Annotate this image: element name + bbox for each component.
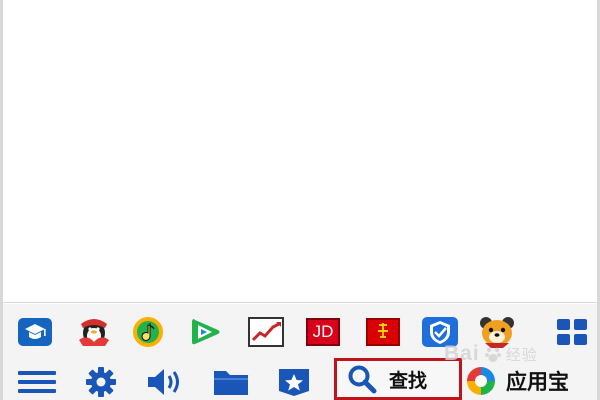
- tencent-classroom-app[interactable]: [15, 316, 55, 348]
- all-apps-button[interactable]: [552, 316, 592, 348]
- jd-icon-text: JD: [312, 322, 334, 341]
- security-shield-icon: [422, 317, 458, 347]
- jd-icon: JD: [306, 318, 340, 346]
- security-app[interactable]: [420, 316, 460, 348]
- appstore-icon: [467, 367, 495, 395]
- appstore-button[interactable]: 应用宝: [464, 364, 594, 398]
- tencent-video-app[interactable]: [185, 316, 225, 348]
- grid-apps-icon: [557, 319, 587, 345]
- panel-divider: [3, 302, 597, 303]
- red-book-icon: [366, 318, 400, 346]
- search-button[interactable]: 查找: [334, 358, 462, 400]
- menu-button[interactable]: [14, 364, 60, 400]
- red-book-app[interactable]: [363, 316, 403, 348]
- mascot-app[interactable]: [477, 316, 517, 348]
- tencent-classroom-icon: [18, 318, 52, 346]
- menu-icon: [18, 371, 56, 393]
- content-area: [3, 0, 597, 300]
- search-icon: [348, 365, 377, 394]
- qq-penguin-icon: [79, 319, 109, 346]
- favorites-button[interactable]: [274, 364, 314, 400]
- mascot-bear-icon: [480, 317, 514, 348]
- qq-music-icon: [133, 317, 163, 347]
- volume-button[interactable]: [144, 364, 188, 400]
- volume-icon: [148, 369, 179, 395]
- star-icon: [279, 369, 309, 396]
- tencent-video-icon: [192, 319, 220, 345]
- appstore-label: 应用宝: [506, 370, 569, 394]
- qq-music-app[interactable]: [128, 316, 168, 348]
- search-label: 查找: [389, 369, 428, 392]
- gear-icon: [86, 367, 116, 397]
- settings-button[interactable]: [80, 364, 122, 400]
- stock-chart-icon: [248, 317, 284, 347]
- jd-app[interactable]: JD: [303, 316, 343, 348]
- folder-icon: [214, 371, 248, 395]
- folder-button[interactable]: [210, 364, 252, 400]
- stock-app[interactable]: [246, 316, 286, 348]
- qq-app[interactable]: [74, 316, 114, 348]
